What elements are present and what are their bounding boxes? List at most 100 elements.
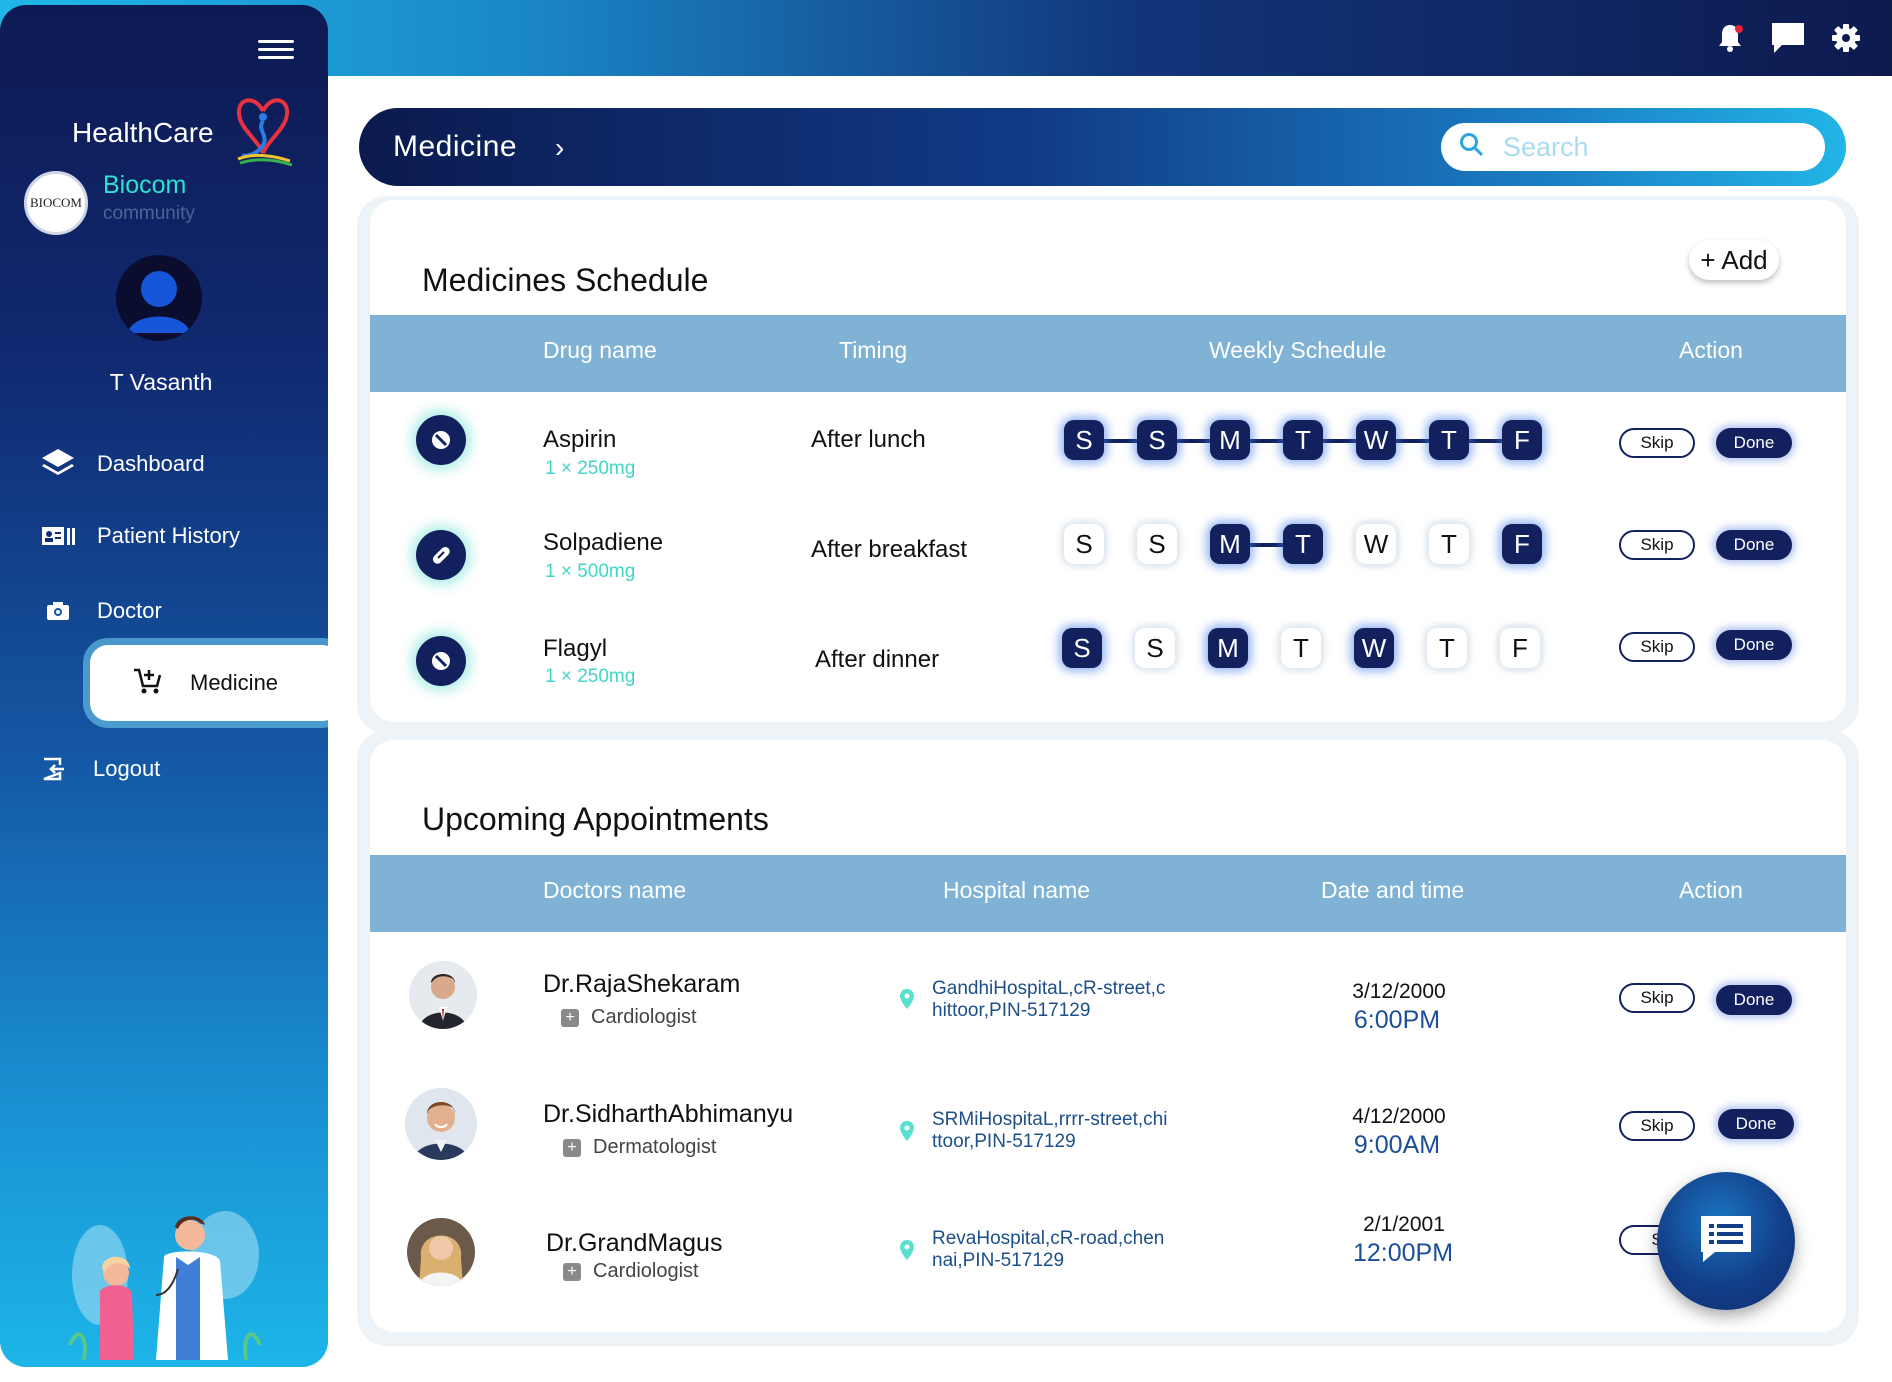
day-chip[interactable]: F — [1502, 420, 1542, 460]
drug-timing: After breakfast — [811, 536, 968, 563]
day-chip[interactable]: T — [1429, 420, 1469, 460]
sidebar-item-medicine[interactable]: Medicine — [90, 645, 328, 721]
doctor-child-illustration — [60, 1195, 280, 1367]
schedule-connector — [1319, 439, 1360, 443]
hamburger-menu-icon[interactable] — [258, 35, 294, 61]
appointment-date: 3/12/2000 — [1352, 980, 1446, 1003]
add-medicine-button[interactable]: + Add — [1689, 240, 1779, 280]
chat-icon[interactable] — [1768, 18, 1808, 58]
drug-name: Solpadiene — [543, 529, 664, 556]
weekly-schedule: SSMTWTF — [1064, 524, 1542, 564]
drug-dose: 1 × 250mg — [545, 458, 636, 479]
hospital-line-1: SRMiHospitaL,rrrr-street,chi — [932, 1109, 1168, 1130]
location-pin-icon — [900, 1240, 914, 1260]
header-hospital-name: Hospital name — [943, 877, 1091, 903]
weekly-schedule: SSMTWTF — [1062, 628, 1540, 668]
chevron-right-icon[interactable]: › — [555, 132, 564, 164]
doctor-avatar — [405, 1088, 477, 1160]
doctor-name: Dr.SidharthAbhimanyu — [543, 1100, 794, 1128]
day-chip[interactable]: W — [1356, 524, 1396, 564]
day-chip[interactable]: S — [1137, 420, 1177, 460]
chat-list-icon — [1697, 1212, 1755, 1271]
day-chip[interactable]: S — [1064, 420, 1104, 460]
appointments-table-header: Doctors name Hospital name Date and time… — [370, 855, 1846, 932]
capsule-icon — [416, 530, 466, 580]
day-chip[interactable]: S — [1064, 524, 1104, 564]
medical-cross-icon: + — [563, 1262, 581, 1281]
day-chip[interactable]: S — [1137, 524, 1177, 564]
specialty-label: Dermatologist — [593, 1136, 717, 1158]
done-button[interactable]: Done — [1716, 630, 1792, 660]
done-button[interactable]: Done — [1716, 428, 1792, 458]
medicines-table-header: Drug name Timing Weekly Schedule Action — [370, 315, 1846, 392]
day-chip[interactable]: S — [1135, 628, 1175, 668]
hospital-address: RevaHospital,cR-road,chen nai,PIN-517129 — [932, 1228, 1192, 1272]
hospital-line-2: hittoor,PIN-517129 — [932, 1000, 1091, 1021]
sidebar-item-label: Patient History — [97, 523, 241, 548]
day-chip[interactable]: M — [1210, 420, 1250, 460]
done-button[interactable]: Done — [1716, 985, 1792, 1015]
appointment-date: 4/12/2000 — [1352, 1105, 1446, 1128]
schedule-connector — [1246, 439, 1287, 443]
drug-name: Flagyl — [543, 635, 608, 662]
specialty-label: Cardiologist — [593, 1260, 699, 1282]
notification-bell-icon[interactable] — [1710, 18, 1750, 58]
doctor-name: Dr.GrandMagus — [546, 1229, 723, 1257]
user-avatar[interactable] — [116, 255, 202, 341]
day-chip[interactable]: S — [1062, 628, 1102, 668]
done-button[interactable]: Done — [1716, 530, 1792, 560]
doctor-specialty: + Cardiologist — [563, 1260, 699, 1283]
sidebar-item-dashboard[interactable]: Dashboard — [38, 442, 205, 486]
org-subtitle: community — [103, 203, 195, 224]
header-doctors-name: Doctors name — [543, 877, 687, 903]
header-action: Action — [1679, 877, 1743, 903]
medical-cross-icon: + — [561, 1008, 579, 1027]
camera-icon — [38, 601, 78, 621]
day-chip[interactable]: T — [1283, 524, 1323, 564]
org-name: Biocom — [103, 171, 187, 199]
sidebar-item-patient-history[interactable]: Patient History — [38, 514, 240, 558]
user-name: T Vasanth — [109, 369, 213, 395]
page-title: Medicine — [393, 130, 518, 163]
skip-button[interactable]: Skip — [1619, 983, 1695, 1013]
schedule-connector — [1173, 439, 1214, 443]
schedule-connector — [1100, 439, 1141, 443]
skip-button[interactable]: Skip — [1619, 632, 1695, 662]
settings-gear-icon[interactable] — [1826, 18, 1866, 58]
chat-fab-button[interactable] — [1657, 1172, 1795, 1310]
drug-timing: After dinner — [815, 646, 940, 673]
search-icon[interactable] — [1459, 132, 1485, 163]
day-chip[interactable]: M — [1208, 628, 1248, 668]
day-chip[interactable]: F — [1500, 628, 1540, 668]
header-timing: Timing — [839, 337, 908, 363]
cart-add-icon — [132, 666, 162, 701]
location-pin-icon — [900, 989, 914, 1009]
hospital-line-1: RevaHospital,cR-road,chen — [932, 1228, 1165, 1249]
day-chip[interactable]: T — [1283, 420, 1323, 460]
skip-button[interactable]: Skip — [1619, 1111, 1695, 1141]
header-drug-name: Drug name — [543, 337, 657, 363]
location-pin-icon — [900, 1121, 914, 1141]
skip-button[interactable]: Skip — [1619, 530, 1695, 560]
appointments-title: Upcoming Appointments — [422, 801, 769, 837]
day-chip[interactable]: T — [1281, 628, 1321, 668]
search-input[interactable] — [1501, 130, 1805, 164]
hospital-line-2: ttoor,PIN-517129 — [932, 1131, 1076, 1152]
day-chip[interactable]: T — [1427, 628, 1467, 668]
day-chip[interactable]: T — [1429, 524, 1469, 564]
sidebar-item-logout[interactable]: Logout — [34, 747, 160, 791]
healthcare-logo-icon — [232, 91, 294, 172]
drug-name: Aspirin — [543, 426, 617, 453]
search-box — [1441, 123, 1825, 171]
schedule-connector — [1465, 439, 1506, 443]
appointment-time: 6:00PM — [1353, 1006, 1441, 1034]
header-action: Action — [1679, 337, 1743, 363]
day-chip[interactable]: F — [1502, 524, 1542, 564]
day-chip[interactable]: W — [1354, 628, 1394, 668]
hospital-address: GandhiHospitaL,cR-street,c hittoor,PIN-5… — [932, 978, 1192, 1022]
sidebar-item-doctor[interactable]: Doctor — [38, 589, 162, 633]
done-button[interactable]: Done — [1718, 1109, 1794, 1139]
day-chip[interactable]: W — [1356, 420, 1396, 460]
day-chip[interactable]: M — [1210, 524, 1250, 564]
skip-button[interactable]: Skip — [1619, 428, 1695, 458]
